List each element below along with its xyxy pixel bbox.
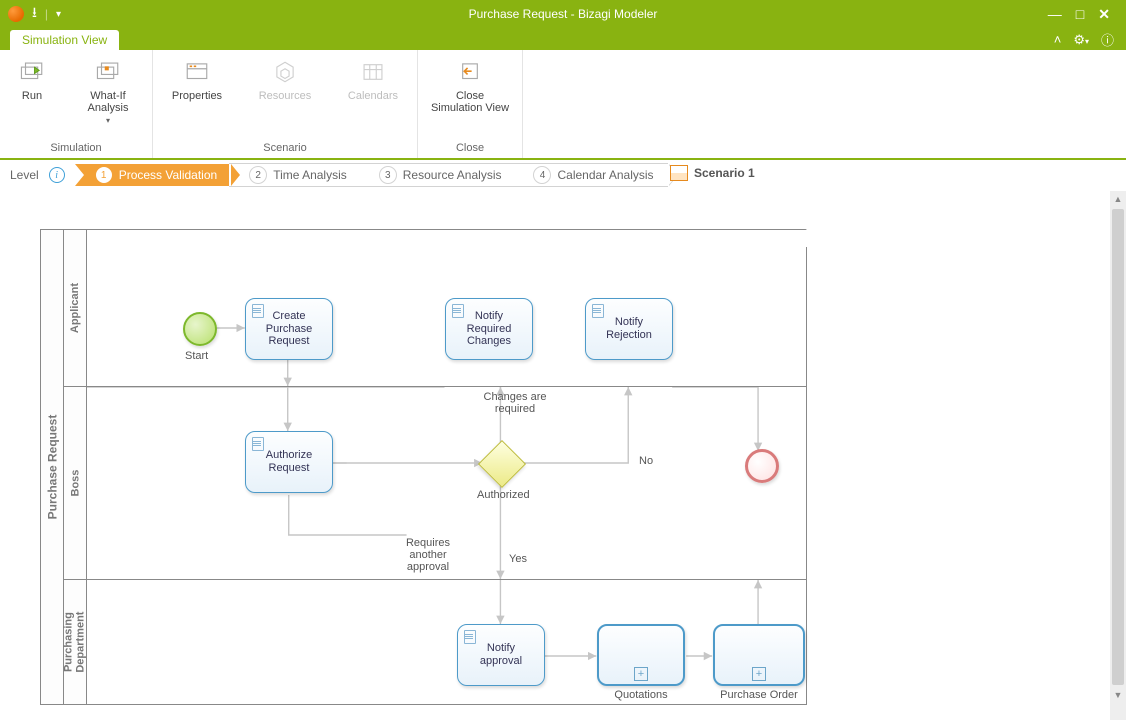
subprocess-purchase-order[interactable]: + Purchase Order: [713, 624, 805, 686]
lane-applicant[interactable]: Applicant: [64, 230, 806, 387]
minimize-button[interactable]: —: [1048, 6, 1062, 22]
scroll-down-icon[interactable]: ▼: [1110, 687, 1126, 703]
run-button[interactable]: Run: [8, 54, 56, 102]
pool-purchase-request[interactable]: Purchase Request Request Quote Applicant: [40, 229, 807, 705]
ribbon-group-scenario: Properties Resources: [153, 50, 418, 158]
gateway-label: Authorized: [477, 489, 530, 501]
window-title: Purchase Request - Bizagi Modeler: [469, 7, 658, 21]
properties-button[interactable]: Properties: [161, 54, 233, 102]
task-create-purchase-request[interactable]: Create Purchase Request: [245, 298, 333, 360]
task-authorize-request[interactable]: Authorize Request: [245, 431, 333, 493]
end-event[interactable]: [745, 449, 779, 483]
qat-customize-icon[interactable]: ▾: [56, 9, 61, 20]
user-task-icon: [591, 303, 603, 317]
app-logo-icon: [8, 6, 24, 22]
connectors-lane3: [87, 580, 806, 704]
close-button[interactable]: ✕: [1098, 6, 1110, 23]
calendars-button[interactable]: Calendars: [337, 54, 409, 102]
what-if-icon: [95, 59, 121, 85]
level-step-1[interactable]: 1 Process Validation: [75, 164, 232, 186]
scroll-up-icon[interactable]: ▲: [1110, 191, 1126, 207]
vertical-scrollbar[interactable]: ▲ ▼: [1110, 191, 1126, 720]
close-view-icon: [457, 59, 483, 85]
lane-purchasing-department[interactable]: Purchasing Department Notif: [64, 580, 806, 704]
flow-label-yes: Yes: [509, 553, 527, 565]
user-task-icon: [451, 303, 463, 317]
ribbon-group-close: Close Simulation View Close: [418, 50, 523, 158]
task-notify-required-changes[interactable]: Notify Required Changes: [445, 298, 533, 360]
info-icon[interactable]: i: [49, 167, 65, 183]
run-icon: [19, 59, 45, 85]
gateway-authorized[interactable]: [478, 440, 526, 488]
scenario-icon: [670, 165, 688, 181]
settings-gear-icon[interactable]: ⚙▾: [1073, 32, 1089, 48]
level-step-4[interactable]: 4 Calendar Analysis: [513, 163, 667, 187]
qat-divider: |: [45, 7, 48, 21]
task-notify-approval[interactable]: Notify approval: [457, 624, 545, 686]
chevron-down-icon: ▾: [106, 116, 110, 125]
flow-label-no: No: [639, 455, 653, 467]
expand-subprocess-icon[interactable]: +: [752, 667, 766, 681]
maximize-button[interactable]: □: [1076, 6, 1084, 22]
lane-boss[interactable]: Boss: [64, 387, 806, 580]
ribbon-group-simulation: Run What-If Analysis ▾ Simulation: [0, 50, 153, 158]
subprocess-quotations[interactable]: + Quotations: [597, 624, 685, 686]
expand-subprocess-icon[interactable]: +: [634, 667, 648, 681]
user-task-icon: [251, 303, 263, 317]
what-if-analysis-button[interactable]: What-If Analysis ▾: [72, 54, 144, 125]
flow-label-requires-another: Requires another approval: [393, 537, 463, 573]
ribbon-tab-bar: Simulation View ˄ ⚙▾ ⓘ: [0, 28, 1126, 50]
user-task-icon: [251, 436, 263, 450]
level-step-3[interactable]: 3 Resource Analysis: [359, 163, 516, 187]
resources-button[interactable]: Resources: [249, 54, 321, 102]
flow-label-changes-required: Changes are required: [475, 391, 555, 415]
user-task-icon: [463, 629, 475, 643]
collapse-ribbon-icon[interactable]: ˄: [1054, 32, 1062, 47]
start-event[interactable]: [183, 312, 217, 346]
title-bar: ⭳ | ▾ Purchase Request - Bizagi Modeler …: [0, 0, 1126, 28]
close-simulation-view-button[interactable]: Close Simulation View: [426, 54, 514, 114]
scenario-selector[interactable]: Scenario 1: [670, 165, 755, 181]
scroll-thumb[interactable]: [1112, 209, 1124, 685]
diagram-canvas[interactable]: ▲ ▼ Purchase Request Request Quote Appli…: [0, 189, 1126, 722]
task-notify-rejection[interactable]: Notify Rejection: [585, 298, 673, 360]
start-event-label: Start: [185, 350, 208, 362]
calendars-icon: [360, 59, 386, 85]
pool-title: Purchase Request: [41, 230, 64, 704]
resources-icon: [272, 59, 298, 85]
tab-simulation-view[interactable]: Simulation View: [10, 30, 119, 50]
ribbon: Run What-If Analysis ▾ Simulation: [0, 50, 1126, 160]
level-navigation: Level i 1 Process Validation 2 Time Anal…: [0, 160, 1126, 191]
qat-save-icon[interactable]: ⭳: [32, 2, 37, 26]
level-step-2[interactable]: 2 Time Analysis: [229, 163, 361, 187]
properties-icon: [184, 59, 210, 85]
help-lightbulb-icon[interactable]: ⓘ: [1101, 30, 1114, 49]
